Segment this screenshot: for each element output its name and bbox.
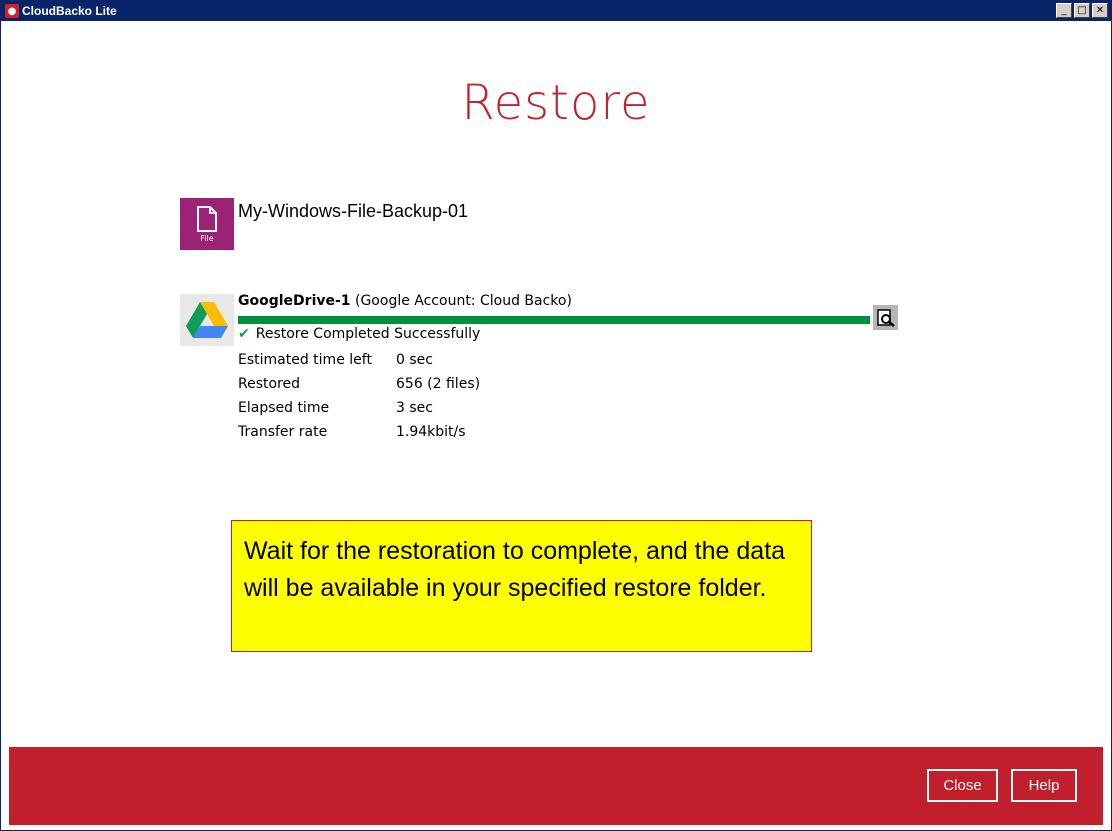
detail-value: 1.94kbit/s bbox=[396, 424, 466, 440]
detail-label: Estimated time left bbox=[238, 352, 372, 368]
backup-set-name: My-Windows-File-Backup-01 bbox=[238, 201, 469, 221]
checkmark-icon: ✔ bbox=[238, 326, 250, 342]
file-icon bbox=[197, 205, 217, 232]
close-window-button[interactable]: ✕ bbox=[1092, 3, 1108, 18]
window-title: CloudBacko Lite bbox=[22, 4, 117, 18]
help-button[interactable]: Help bbox=[1011, 769, 1077, 802]
destination-name: GoogleDrive-1 bbox=[238, 293, 351, 309]
instruction-callout: Wait for the restoration to complete, an… bbox=[231, 520, 812, 652]
app-window: ● CloudBacko Lite _ □ ✕ Restore File My-… bbox=[0, 0, 1112, 831]
footer-bar: Close Help bbox=[9, 747, 1103, 825]
detail-label: Transfer rate bbox=[238, 424, 328, 440]
destination-account: (Google Account: Cloud Backo) bbox=[355, 293, 572, 309]
google-drive-icon bbox=[186, 302, 228, 338]
page-title: Restore bbox=[461, 75, 651, 131]
minimize-button[interactable]: _ bbox=[1056, 3, 1072, 18]
main-content: Restore File My-Windows-File-Backup-01 G… bbox=[9, 21, 1103, 747]
restore-status-text: Restore Completed Successfully bbox=[255, 326, 481, 342]
magnifier-icon bbox=[876, 308, 895, 327]
maximize-button[interactable]: □ bbox=[1074, 3, 1090, 18]
detail-label: Elapsed time bbox=[238, 400, 330, 416]
detail-label: Restored bbox=[238, 376, 301, 392]
title-bar[interactable]: ● CloudBacko Lite _ □ ✕ bbox=[1, 1, 1111, 21]
view-log-button[interactable] bbox=[873, 305, 898, 330]
detail-row: Elapsed time 3 sec bbox=[238, 396, 480, 420]
detail-row: Restored 656 (2 files) bbox=[238, 372, 480, 396]
detail-row: Transfer rate 1.94kbit/s bbox=[238, 420, 480, 444]
restore-details: Estimated time left 0 sec Restored 656 (… bbox=[238, 348, 480, 444]
file-tile-caption: File bbox=[200, 233, 214, 243]
cloudbacko-logo-icon: ● bbox=[5, 4, 19, 18]
detail-value: 0 sec bbox=[396, 352, 433, 368]
window-controls: _ □ ✕ bbox=[1056, 3, 1108, 18]
detail-value: 656 (2 files) bbox=[396, 376, 481, 392]
restore-progress-bar bbox=[238, 316, 870, 324]
restore-progress-fill bbox=[238, 316, 870, 324]
backup-set-tile: File bbox=[180, 198, 234, 250]
restore-status: ✔ Restore Completed Successfully bbox=[238, 326, 480, 342]
destination-line: GoogleDrive-1 (Google Account: Cloud Bac… bbox=[238, 293, 572, 309]
detail-value: 3 sec bbox=[396, 400, 433, 416]
close-button[interactable]: Close bbox=[927, 769, 998, 802]
destination-tile bbox=[180, 294, 234, 346]
detail-row: Estimated time left 0 sec bbox=[238, 348, 480, 372]
